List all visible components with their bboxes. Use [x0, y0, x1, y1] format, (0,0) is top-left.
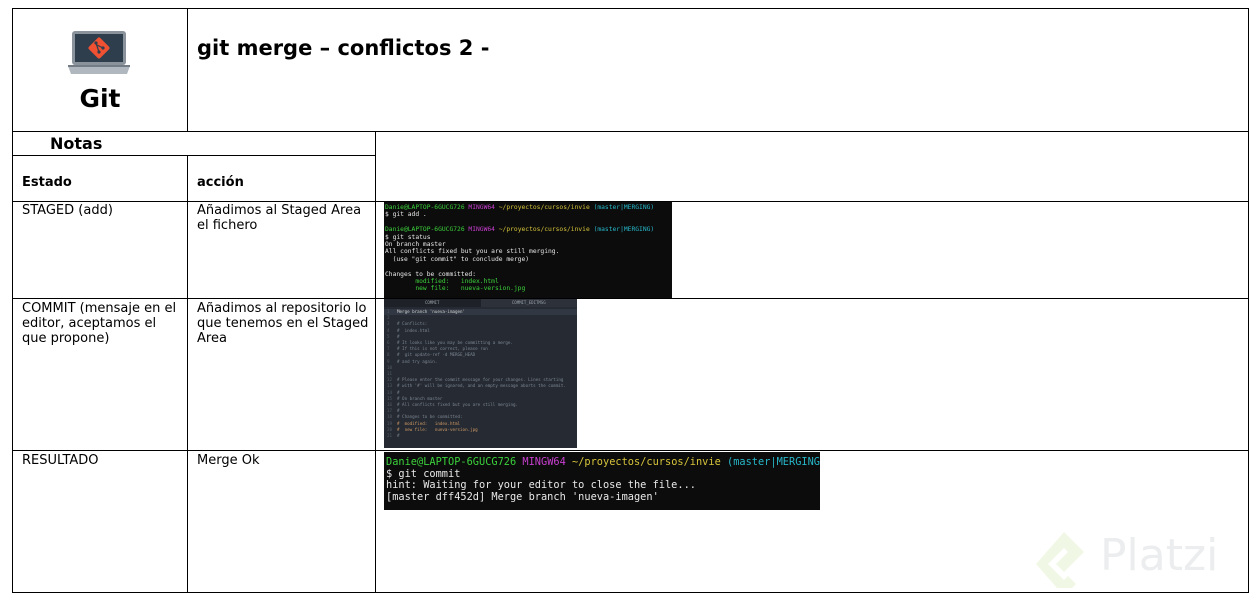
table-rule — [375, 131, 376, 593]
platzi-logo-icon — [1036, 532, 1084, 588]
prompt-user: Danie@LAPTOP-6GUCG726 — [385, 204, 465, 211]
prompt-user: Danie@LAPTOP-6GUCG726 — [386, 456, 517, 468]
row-state: RESULTADO — [22, 453, 99, 468]
prompt-env: MINGW64 — [468, 226, 495, 234]
table-rule — [12, 131, 1249, 132]
row-state: STAGED (add) — [22, 203, 113, 218]
prompt-env: MINGW64 — [522, 456, 566, 468]
platzi-watermark: Platzi — [1034, 524, 1246, 592]
table-rule — [12, 450, 1249, 451]
editor-line-text: # If this is not correct, please run — [397, 346, 488, 352]
prompt-branch: (master|MERGING) — [727, 456, 820, 468]
editor-line-number: 21 — [387, 433, 393, 439]
prompt-env: MINGW64 — [468, 204, 495, 211]
terminal-output: [master dff452d] Merge branch 'nueva-ima… — [386, 490, 659, 503]
terminal-output: modified: index.html — [385, 278, 499, 286]
logo-text: Git — [79, 84, 121, 113]
editor-line-text: # Changes to be committed: — [397, 414, 463, 420]
editor-line-text: # with '#' will be ignored, and an empty… — [397, 383, 566, 389]
page-title: git merge – conflictos 2 - — [197, 36, 490, 60]
platzi-wordmark: Platzi — [1100, 530, 1219, 581]
terminal-screenshot-git-commit: Danie@LAPTOP-6GUCG726 MINGW64 ~/proyecto… — [384, 452, 820, 510]
editor-line-text: # It looks like you may be committing a … — [397, 340, 513, 346]
terminal-output: All conflicts fixed but you are still me… — [385, 248, 560, 256]
prompt-path: ~/proyectos/cursos/invie — [498, 204, 590, 211]
terminal-output: On branch master — [385, 241, 446, 249]
editor-tab: COMMIT — [425, 300, 440, 305]
terminal-output: (use "git commit" to conclude merge) — [385, 255, 530, 263]
table-rule — [187, 155, 188, 593]
editor-line-text: Merge branch 'nueva-imagen' — [397, 309, 466, 314]
editor-line-text: # and try again. — [397, 358, 438, 364]
table-border-bottom — [12, 592, 1249, 593]
editor-line-text: # modified: index.html — [397, 420, 461, 426]
row-state: COMMIT (mensaje en el editor, aceptamos … — [22, 301, 177, 346]
terminal-output: Changes to be committed: — [385, 270, 476, 278]
table-rule — [12, 155, 375, 156]
editor-line-text: # git update-ref -d MERGE_HEAD — [397, 352, 476, 358]
terminal-screenshot-git-status: Danie@LAPTOP-6GUCG726 MINGW64 ~/proyecto… — [384, 202, 672, 298]
editor-line: 21 # — [384, 433, 577, 439]
terminal-command: $ git status — [385, 233, 431, 241]
editor-line: 13 # with '#' will be ignored, and an emp… — [384, 383, 577, 389]
editor-tab-active: COMMIT_EDITMSG — [480, 299, 577, 307]
column-header-action: acción — [197, 175, 244, 190]
row-action: Añadimos al repositorio lo que tenemos e… — [197, 301, 369, 346]
table-border-top — [12, 8, 1249, 9]
prompt-user: Danie@LAPTOP-6GUCG726 — [385, 226, 465, 234]
editor-line-text: # — [397, 333, 400, 339]
prompt-branch: (master|MERGING) — [593, 204, 655, 211]
table-rule — [12, 298, 1249, 299]
editor-line-text: # Conflicts: — [397, 321, 428, 327]
table-border-right — [1248, 8, 1249, 593]
editor-line-text: # index.html — [397, 327, 430, 333]
column-header-state: Estado — [22, 175, 72, 190]
terminal-command: $ git add . — [385, 211, 427, 219]
editor-screenshot-commit-message: COMMIT COMMIT_EDITMSG 1 Merge branch 'nue… — [384, 299, 577, 448]
prompt-path: ~/proyectos/cursos/invie — [498, 226, 590, 234]
terminal-output: hint: Waiting for your editor to close t… — [386, 479, 696, 491]
editor-line-text: # — [397, 433, 400, 439]
row-action: Merge Ok — [197, 453, 260, 468]
prompt-path: ~/proyectos/cursos/invie — [572, 456, 721, 468]
editor-line-text: # All conflicts fixed but you are still … — [397, 402, 519, 408]
editor-line-text: # Please enter the commit message for yo… — [397, 377, 564, 383]
editor-line-text: # — [397, 389, 400, 395]
editor-line-text: # On branch master — [397, 395, 443, 401]
prompt-branch: (master|MERGING) — [593, 226, 655, 234]
notes-label: Notas — [50, 134, 103, 153]
editor-line-text: # — [397, 408, 400, 414]
terminal-output: new file: nueva-version.jpg — [385, 285, 526, 293]
laptop-git-icon — [66, 30, 132, 76]
editor-line-text: # new file: nueva-version.jpg — [397, 426, 478, 432]
row-action: Añadimos al Staged Area el fichero — [197, 203, 362, 233]
